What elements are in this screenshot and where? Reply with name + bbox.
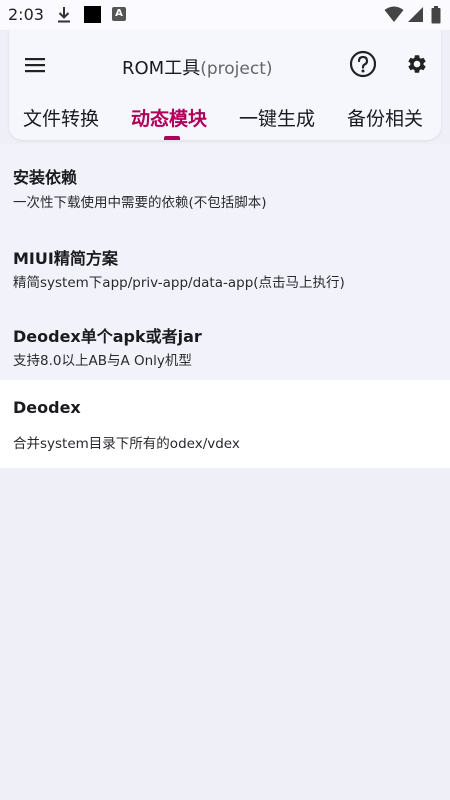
app-bar: ROM工具(project) 文件转换 动态模块 一键生成 备份相关 [9, 30, 441, 140]
title-subtitle: (project) [200, 59, 273, 79]
page-title: ROM工具(project) [122, 54, 273, 80]
list-item-title: Deodex单个apk或者jar [13, 327, 202, 346]
list-item-miui-slim[interactable]: MIUI精简方案 精简system下app/priv-app/data-app(… [0, 224, 450, 302]
list-item-deodex[interactable]: Deodex 合并system目录下所有的odex/vdex [0, 380, 450, 468]
list-item-desc: 支持8.0以上AB与A Only机型 [13, 353, 192, 369]
list-item-title: 安装依赖 [13, 168, 78, 187]
list-item-desc: 一次性下载使用中需要的依赖(不包括脚本) [13, 195, 267, 211]
tab-file-convert[interactable]: 文件转换 [23, 104, 99, 131]
tab-one-click-generate[interactable]: 一键生成 [239, 104, 315, 131]
list-item-desc: 精简system下app/priv-app/data-app(点击马上执行) [13, 275, 345, 291]
tab-dynamic-modules[interactable]: 动态模块 [131, 104, 207, 131]
battery-icon [431, 6, 441, 24]
menu-icon[interactable] [24, 54, 46, 76]
tab-backup[interactable]: 备份相关 [347, 104, 423, 131]
gear-icon[interactable] [406, 53, 428, 75]
list-item-desc: 合并system目录下所有的odex/vdex [13, 436, 240, 452]
title-text: ROM工具 [122, 58, 201, 79]
help-icon[interactable] [349, 50, 377, 78]
download-icon [58, 7, 70, 23]
list-item-title: Deodex [13, 398, 81, 417]
status-time: 2:03 [8, 5, 44, 24]
list-item-deodex-single[interactable]: Deodex单个apk或者jar 支持8.0以上AB与A Only机型 [0, 302, 450, 380]
status-bar: 2:03 A [0, 0, 450, 30]
black-square-icon [84, 6, 101, 23]
list-item-title: MIUI精简方案 [13, 249, 118, 268]
signal-icon [408, 7, 423, 22]
tab-indicator [164, 136, 180, 140]
wifi-icon [384, 6, 404, 22]
tab-bar: 文件转换 动态模块 一键生成 备份相关 [9, 104, 441, 140]
list-item-install-deps[interactable]: 安装依赖 一次性下载使用中需要的依赖(不包括脚本) [0, 144, 450, 224]
a-notification-icon: A [112, 7, 126, 21]
module-list: 安装依赖 一次性下载使用中需要的依赖(不包括脚本) MIUI精简方案 精简sys… [0, 144, 450, 468]
